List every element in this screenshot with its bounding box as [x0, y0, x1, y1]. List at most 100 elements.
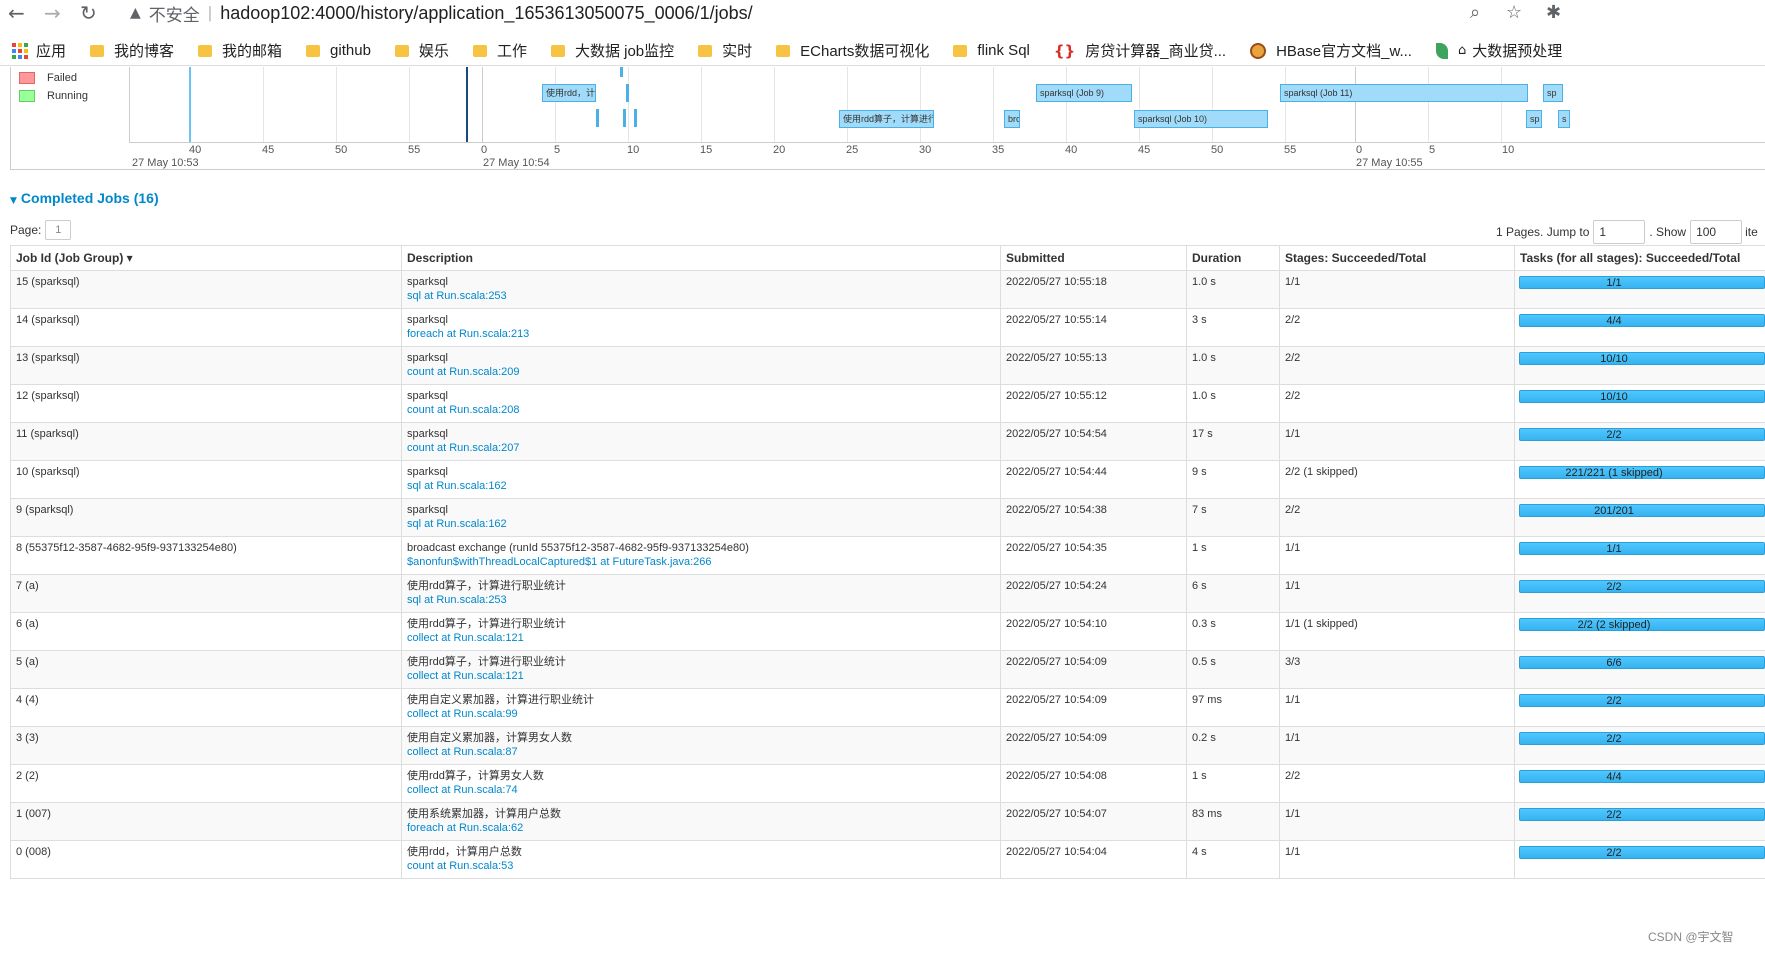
- col-description[interactable]: Description: [401, 245, 1001, 271]
- address-bar[interactable]: ▲ 不安全 | hadoop102:4000/history/applicati…: [130, 0, 1730, 26]
- tasks-count: 2/2: [1606, 733, 1622, 745]
- executor-added-marker[interactable]: [189, 67, 191, 142]
- submitted-cell: 2022/05/27 10:54:07: [1000, 802, 1187, 841]
- job-callsite-link[interactable]: $anonfun$withThreadLocalCaptured$1 at Fu…: [407, 555, 995, 569]
- running-swatch: [19, 90, 35, 102]
- submitted-time: 2022/05/27 10:54:07: [1006, 808, 1107, 820]
- col-job-id[interactable]: Job Id (Job Group) ▾: [10, 245, 402, 271]
- bookmark-mail[interactable]: 我的邮箱: [198, 40, 282, 61]
- job-id: 8 (55375f12-3587-4682-95f9-937133254e80): [16, 542, 237, 554]
- job-description: 使用rdd算子，计算男女人数: [407, 770, 544, 782]
- job-callsite-link[interactable]: collect at Run.scala:87: [407, 745, 995, 759]
- tasks-progress-bar: 221/221 (1 skipped): [1519, 466, 1765, 479]
- url-text[interactable]: hadoop102:4000/history/application_16536…: [220, 3, 752, 24]
- job-callsite-link[interactable]: collect at Run.scala:99: [407, 707, 995, 721]
- completed-jobs-toggle[interactable]: ▼ Completed Jobs (16): [10, 190, 159, 206]
- bookmarks-bar: 应用 我的博客 我的邮箱 github 娱乐 工作 大数据 job监控 实时 E…: [0, 36, 1765, 66]
- bookmark-mortgage[interactable]: {} 房贷计算器_商业贷...: [1054, 40, 1226, 61]
- timeline-job-tick[interactable]: [626, 84, 629, 102]
- job-callsite-link[interactable]: sql at Run.scala:162: [407, 517, 995, 531]
- description-cell: sparksql sql at Run.scala:162: [401, 498, 1001, 537]
- timeline-job-bar[interactable]: 使用rdd，计: [542, 84, 596, 102]
- bookmark-blog[interactable]: 我的博客: [90, 40, 174, 61]
- job-callsite-link[interactable]: foreach at Run.scala:62: [407, 821, 995, 835]
- job-callsite-link[interactable]: sql at Run.scala:253: [407, 289, 995, 303]
- job-description: 使用自定义累加器，计算进行职业统计: [407, 694, 594, 706]
- tasks-cell: 6/6: [1514, 650, 1765, 689]
- timeline-job-bar[interactable]: sparksql (Job 11): [1280, 84, 1528, 102]
- duration-cell: 83 ms: [1186, 802, 1280, 841]
- job-callsite-link[interactable]: count at Run.scala:207: [407, 441, 995, 455]
- bookmark-bigdata-job[interactable]: 大数据 job监控: [550, 40, 674, 61]
- job-callsite-link[interactable]: sql at Run.scala:253: [407, 593, 995, 607]
- bookmark-realtime[interactable]: 实时: [698, 40, 752, 61]
- job-id-cell: 6 (a): [10, 612, 402, 651]
- gridline: [409, 67, 410, 142]
- jump-to-page-input[interactable]: 1: [1593, 220, 1646, 244]
- duration-cell: 1.0 s: [1186, 384, 1280, 423]
- stages-count: 2/2: [1285, 352, 1301, 364]
- bookmark-echarts[interactable]: ECharts数据可视化: [776, 40, 929, 61]
- table-row: 5 (a) 使用rdd算子，计算进行职业统计 collect at Run.scal…: [10, 650, 1765, 689]
- timeline-job-bar[interactable]: sparksql (Job 9): [1036, 84, 1132, 102]
- duration-cell: 1 s: [1186, 764, 1280, 803]
- axis-tick-label: 0: [481, 144, 488, 156]
- bookmark-work[interactable]: 工作: [472, 40, 527, 61]
- job-callsite-link[interactable]: sql at Run.scala:162: [407, 479, 995, 493]
- submitted-time: 2022/05/27 10:54:38: [1006, 504, 1107, 516]
- job-description: sparksql: [407, 314, 448, 326]
- bookmark-label: 大数据预处理: [1472, 43, 1563, 60]
- duration-cell: 1.0 s: [1186, 270, 1280, 309]
- timeline-job-bar[interactable]: s: [1558, 110, 1570, 128]
- col-duration[interactable]: Duration: [1186, 245, 1280, 271]
- timeline-job-bar[interactable]: bro: [1004, 110, 1020, 128]
- timeline-job-tick[interactable]: [596, 109, 599, 127]
- page-number-button[interactable]: 1: [45, 220, 72, 240]
- job-id: 3 (3): [16, 732, 39, 744]
- back-arrow-icon[interactable]: ←: [8, 2, 25, 24]
- bookmark-apps[interactable]: 应用: [12, 40, 66, 61]
- timeline-job-bar[interactable]: sp: [1526, 110, 1542, 128]
- stages-cell: 1/1: [1279, 574, 1515, 613]
- timeline-job-bar[interactable]: sp: [1543, 84, 1563, 102]
- tasks-cell: 4/4: [1514, 308, 1765, 347]
- submitted-time: 2022/05/27 10:54:08: [1006, 770, 1107, 782]
- extensions-icon[interactable]: ✱: [1546, 2, 1561, 23]
- zoom-icon[interactable]: ⌕: [1470, 2, 1480, 23]
- tasks-count: 4/4: [1606, 771, 1622, 783]
- bookmark-entertainment[interactable]: 娱乐: [394, 40, 449, 61]
- job-id: 5 (a): [16, 656, 39, 668]
- job-callsite-link[interactable]: count at Run.scala:209: [407, 365, 995, 379]
- job-callsite-link[interactable]: collect at Run.scala:74: [407, 783, 995, 797]
- col-tasks[interactable]: Tasks (for all stages): Succeeded/Total: [1514, 245, 1765, 271]
- executor-removed-marker[interactable]: [466, 67, 468, 142]
- bookmark-preprocessing[interactable]: ⌂ 大数据预处理: [1435, 40, 1563, 61]
- duration: 83 ms: [1192, 808, 1222, 820]
- timeline-job-bar[interactable]: sparksql (Job 10): [1134, 110, 1268, 128]
- job-description: sparksql: [407, 466, 448, 478]
- tasks-cell: 2/2: [1514, 726, 1765, 765]
- job-callsite-link[interactable]: collect at Run.scala:121: [407, 669, 995, 683]
- job-description: sparksql: [407, 352, 448, 364]
- timeline-job-bar[interactable]: 使用rdd算子，计算进行: [839, 110, 934, 128]
- job-callsite-link[interactable]: count at Run.scala:53: [407, 859, 995, 873]
- forward-arrow-icon[interactable]: →: [44, 2, 61, 24]
- reload-icon[interactable]: ↻: [80, 2, 97, 24]
- bookmark-star-icon[interactable]: ☆: [1506, 2, 1522, 23]
- bookmark-github[interactable]: github: [306, 42, 371, 59]
- col-stages[interactable]: Stages: Succeeded/Total: [1279, 245, 1515, 271]
- bookmark-hbase[interactable]: HBase官方文档_w...: [1250, 40, 1412, 61]
- timeline-job-tick[interactable]: [623, 109, 626, 127]
- axis-tick-label: 55: [1284, 144, 1297, 156]
- bookmark-flink-sql[interactable]: flink Sql: [953, 42, 1030, 59]
- timeline-job-tick[interactable]: [634, 109, 637, 127]
- job-callsite-link[interactable]: foreach at Run.scala:213: [407, 327, 995, 341]
- col-submitted[interactable]: Submitted: [1000, 245, 1187, 271]
- page-size-input[interactable]: 100: [1690, 220, 1743, 244]
- gridline: [555, 67, 556, 142]
- timeline-plot-area[interactable]: 使用rdd，计 使用rdd算子，计算进行 sparksql (Job 9) br…: [129, 67, 1765, 142]
- timeline-job-tick[interactable]: [620, 67, 623, 77]
- job-callsite-link[interactable]: collect at Run.scala:121: [407, 631, 995, 645]
- stages-count: 2/2 (1 skipped): [1285, 466, 1358, 478]
- job-callsite-link[interactable]: count at Run.scala:208: [407, 403, 995, 417]
